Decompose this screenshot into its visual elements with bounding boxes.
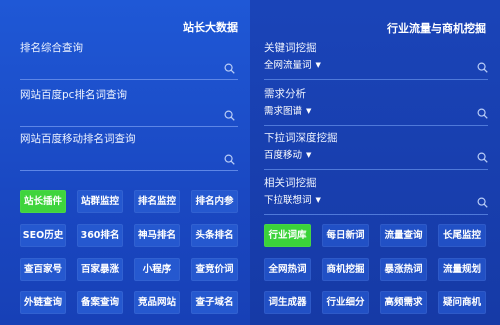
tool-button-traffic-query[interactable]: 流量查询 <box>380 224 427 247</box>
search-row-label: 网站百度移动排名词查询 <box>20 133 136 145</box>
input-underline <box>20 126 238 127</box>
input-underline <box>264 214 488 215</box>
search-row-baidu-mobile-rank[interactable]: 网站百度移动排名词查询 <box>20 131 238 171</box>
search-icon[interactable] <box>477 197 488 208</box>
tool-button-bid-words[interactable]: 查竞价词 <box>191 258 238 281</box>
tool-button-subdomains[interactable]: 查子域名 <box>191 291 238 314</box>
tool-button-industry-lexicon[interactable]: 行业词库 <box>264 224 311 247</box>
search-icon[interactable] <box>224 63 235 74</box>
mode-dropdown[interactable]: 需求图谱 ▼ <box>264 103 311 117</box>
search-row-label: 相关词挖掘 <box>264 177 317 189</box>
tool-button-plugin[interactable]: 站长插件 <box>20 190 66 213</box>
tool-button-longtail-monitor[interactable]: 长尾监控 <box>438 224 486 247</box>
industry-traffic-panel: 行业流量与商机挖掘 关键词挖掘 全网流量词 ▼ 需求分析 需求图谱 ▼ 下拉词深度挖… <box>250 0 500 325</box>
caret-down-icon: ▼ <box>315 61 321 69</box>
caret-down-icon: ▼ <box>306 107 312 115</box>
webmaster-data-panel: 站长大数据 排名综合查询 网站百度pc排名词查询 网站百度移动排名词查询 站长插… <box>0 0 250 325</box>
search-icon[interactable] <box>477 108 488 119</box>
mode-dropdown[interactable]: 全网流量词 ▼ <box>264 57 321 71</box>
search-icon[interactable] <box>477 62 488 73</box>
search-icon[interactable] <box>477 152 488 163</box>
tool-button-industry-segment[interactable]: 行业细分 <box>322 291 369 314</box>
search-row-dropdown-mining[interactable]: 下拉词深度挖掘 百度移动 ▼ <box>264 130 488 170</box>
panel-title: 站长大数据 <box>183 21 238 34</box>
tool-button-360-rank[interactable]: 360排名 <box>77 224 123 247</box>
input-underline <box>264 169 488 170</box>
tool-button-question-opportunity[interactable]: 疑问商机 <box>438 291 486 314</box>
tool-button-icp-lookup[interactable]: 备案查询 <box>77 291 123 314</box>
tool-button-opportunity-mining[interactable]: 商机挖掘 <box>322 258 369 281</box>
mode-dropdown[interactable]: 下拉联想词 ▼ <box>264 192 321 206</box>
search-row-label: 排名综合查询 <box>20 42 83 54</box>
input-underline <box>264 79 488 80</box>
mode-dropdown[interactable]: 百度移动 ▼ <box>264 147 311 161</box>
tool-button-site-group[interactable]: 站群监控 <box>77 190 123 213</box>
tool-button-shenma-rank[interactable]: 神马排名 <box>134 224 180 247</box>
tool-button-seo-history[interactable]: SEO历史 <box>20 224 66 247</box>
search-icon[interactable] <box>224 110 235 121</box>
tool-button-hot-words[interactable]: 全网热词 <box>264 258 311 281</box>
tool-button-rank-reference[interactable]: 排名内参 <box>191 190 238 213</box>
tool-button-daily-new-words[interactable]: 每日新词 <box>322 224 369 247</box>
search-icon[interactable] <box>224 154 235 165</box>
input-underline <box>20 79 238 80</box>
search-row-label: 关键词挖掘 <box>264 42 317 54</box>
tool-button-surging-words[interactable]: 暴涨热词 <box>380 258 427 281</box>
search-row-rank-overview[interactable]: 排名综合查询 <box>20 40 238 80</box>
tool-button-mini-program[interactable]: 小程序 <box>134 258 180 281</box>
search-row-keyword-mining[interactable]: 关键词挖掘 全网流量词 ▼ <box>264 40 488 80</box>
caret-down-icon: ▼ <box>315 196 321 204</box>
tool-button-baijiahao[interactable]: 查百家号 <box>20 258 66 281</box>
search-row-related-words[interactable]: 相关词挖掘 下拉联想词 ▼ <box>264 175 488 215</box>
tool-button-backlinks[interactable]: 外链查询 <box>20 291 66 314</box>
search-row-baidu-pc-rank[interactable]: 网站百度pc排名词查询 <box>20 87 238 127</box>
tool-button-high-frequency-demand[interactable]: 高频需求 <box>380 291 427 314</box>
caret-down-icon: ▼ <box>306 151 312 159</box>
tool-button-traffic-planning[interactable]: 流量规划 <box>438 258 486 281</box>
input-underline <box>264 125 488 126</box>
search-row-label: 下拉词深度挖掘 <box>264 132 338 144</box>
dropdown-value: 全网流量词 <box>264 60 312 71</box>
tool-button-word-generator[interactable]: 词生成器 <box>264 291 311 314</box>
tool-button-rank-monitor[interactable]: 排名监控 <box>134 190 180 213</box>
tool-button-toutiao-rank[interactable]: 头条排名 <box>191 224 238 247</box>
search-row-demand-analysis[interactable]: 需求分析 需求图谱 ▼ <box>264 86 488 126</box>
dropdown-value: 百度移动 <box>264 150 303 161</box>
tool-button-baijia-surge[interactable]: 百家暴涨 <box>77 258 123 281</box>
search-row-label: 需求分析 <box>264 88 306 100</box>
search-row-label: 网站百度pc排名词查询 <box>20 89 127 101</box>
tool-button-competitor-sites[interactable]: 竞品网站 <box>134 291 180 314</box>
dropdown-value: 下拉联想词 <box>264 195 312 206</box>
dropdown-value: 需求图谱 <box>264 106 303 117</box>
tool-page: 站长大数据 排名综合查询 网站百度pc排名词查询 网站百度移动排名词查询 站长插… <box>0 0 500 325</box>
panel-title: 行业流量与商机挖掘 <box>387 22 486 35</box>
input-underline <box>20 170 238 171</box>
